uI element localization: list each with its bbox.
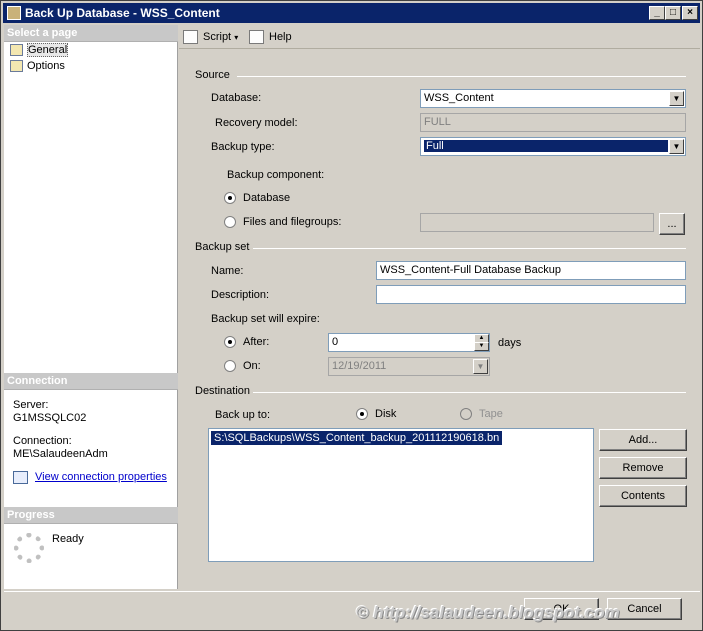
days-label: days [498, 337, 522, 349]
progress-status: Ready [52, 533, 84, 545]
server-value: G1MSSQLC02 [13, 412, 87, 424]
script-icon [183, 30, 198, 44]
backup-component-label: Backup component: [227, 169, 325, 181]
page-icon [10, 60, 23, 72]
right-pane: Script ▾ Help Source Database: WSS_Conte… [179, 25, 700, 589]
help-button[interactable]: Help [249, 29, 292, 45]
component-files-radio[interactable] [224, 216, 236, 228]
recovery-model-label: Recovery model: [215, 117, 298, 129]
connection-header: Connection [4, 373, 178, 390]
expire-on-radio[interactable] [224, 360, 236, 372]
help-icon [249, 30, 264, 44]
view-connection-properties-link[interactable]: View connection properties [35, 471, 167, 483]
backup-set-divider [253, 248, 686, 249]
component-database-label[interactable]: Database [243, 192, 290, 204]
database-label: Database: [211, 92, 262, 104]
chevron-down-icon: ▼ [473, 359, 488, 374]
script-button[interactable]: Script ▾ [183, 29, 238, 45]
backup-to-label: Back up to: [215, 409, 271, 421]
connection-label: Connection: [13, 435, 72, 447]
component-files-label[interactable]: Files and filegroups: [243, 216, 341, 228]
expire-on-label[interactable]: On: [243, 360, 261, 372]
toolbar: Script ▾ Help [179, 25, 700, 49]
tape-radio [460, 408, 472, 420]
page-item-label: General [27, 43, 69, 57]
window-title: Back Up Database - WSS_Content [25, 6, 220, 20]
disk-radio[interactable] [356, 408, 368, 420]
chevron-down-icon: ▾ [234, 33, 239, 42]
recovery-model-field: FULL [420, 113, 686, 132]
database-icon [7, 6, 21, 20]
backup-type-label: Backup type: [211, 141, 275, 153]
connection-value: ME\SalaudeenAdm [13, 448, 108, 460]
page-item-label: Options [27, 60, 65, 72]
backup-database-dialog: Back Up Database - WSS_Content _ □ × Sel… [0, 0, 703, 631]
description-label: Description: [211, 289, 270, 301]
description-field[interactable] [376, 285, 686, 304]
progress-header: Progress [4, 507, 178, 524]
connection-properties-icon [13, 471, 28, 484]
disk-label[interactable]: Disk [375, 408, 396, 420]
filegroups-field [420, 213, 654, 232]
chevron-down-icon[interactable]: ▼ [474, 342, 489, 351]
select-page-header: Select a page [4, 25, 178, 42]
backup-type-select[interactable]: Full ▼ [420, 137, 686, 156]
expire-date-value: 12/19/2011 [332, 360, 387, 372]
destination-group-label: Destination [195, 385, 251, 397]
remove-destination-button[interactable]: Remove [599, 457, 687, 479]
expire-after-radio[interactable] [224, 336, 236, 348]
destination-list[interactable]: S:\SQLBackups\WSS_Content_backup_2011121… [208, 428, 594, 562]
expire-days-value: 0 [332, 336, 339, 348]
chevron-down-icon[interactable]: ▼ [669, 91, 684, 106]
title-bar: Back Up Database - WSS_Content _ □ × [3, 3, 700, 23]
backup-set-group-label: Backup set [195, 241, 250, 253]
page-item-options[interactable]: Options [8, 59, 65, 74]
database-value: WSS_Content [424, 92, 494, 104]
backup-type-value: Full [424, 140, 668, 152]
maximize-button[interactable]: □ [665, 6, 681, 20]
browse-filegroups-button[interactable]: ... [659, 213, 685, 235]
watermark: © http://salaudeen.blogspot.com [356, 603, 620, 622]
list-item[interactable]: S:\SQLBackups\WSS_Content_backup_2011121… [211, 431, 503, 445]
contents-button[interactable]: Contents [599, 485, 687, 507]
destination-divider [253, 392, 686, 393]
help-label: Help [269, 31, 292, 43]
close-button[interactable]: × [682, 6, 698, 20]
add-destination-button[interactable]: Add... [599, 429, 687, 451]
left-pane: Select a page General Options Connection… [4, 25, 178, 589]
database-select[interactable]: WSS_Content ▼ [420, 89, 686, 108]
tape-label: Tape [479, 408, 503, 420]
page-item-general[interactable]: General [8, 43, 69, 58]
page-icon [10, 44, 23, 56]
component-database-radio[interactable] [224, 192, 236, 204]
source-divider [237, 76, 686, 77]
server-label: Server: [13, 399, 49, 411]
chevron-down-icon[interactable]: ▼ [669, 139, 684, 154]
minimize-button[interactable]: _ [649, 6, 665, 20]
source-group-label: Source [195, 69, 230, 81]
name-label: Name: [211, 265, 244, 277]
expire-date-picker: 12/19/2011 ▼ [328, 357, 490, 376]
expire-days-stepper[interactable]: 0 ▲ ▼ [328, 333, 490, 352]
script-label: Script [203, 31, 232, 43]
expire-label: Backup set will expire: [211, 313, 320, 325]
backup-name-field[interactable]: WSS_Content-Full Database Backup [376, 261, 686, 280]
progress-spinner-icon [14, 533, 44, 563]
expire-after-label[interactable]: After: [243, 336, 269, 348]
